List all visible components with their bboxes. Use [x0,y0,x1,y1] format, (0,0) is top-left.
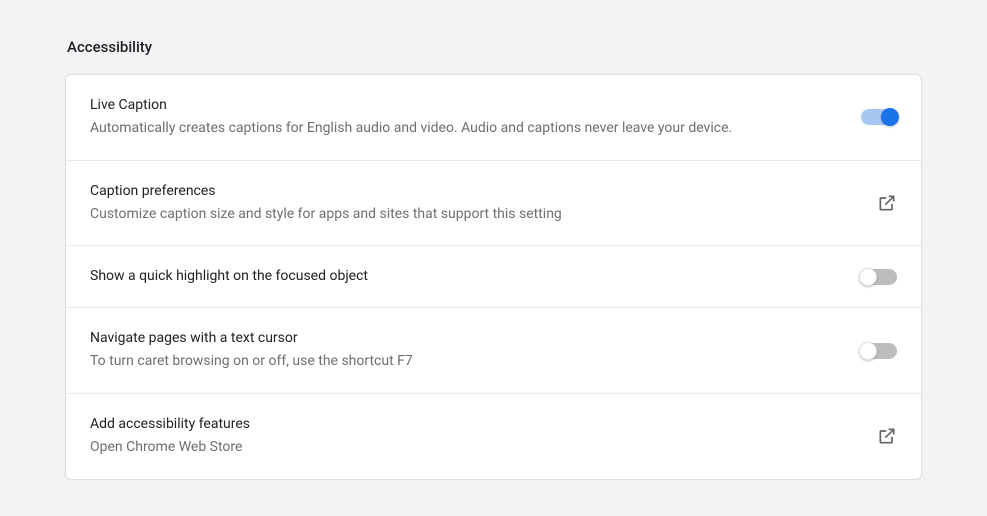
caret-browsing-label: Navigate pages with a text cursor [90,328,841,349]
row-texts: Navigate pages with a text cursor To tur… [90,328,861,373]
caption-prefs-label: Caption preferences [90,181,857,202]
settings-card: Live Caption Automatically creates capti… [65,74,922,480]
external-link-icon [877,426,897,446]
add-features-label: Add accessibility features [90,414,857,435]
quick-highlight-label: Show a quick highlight on the focused ob… [90,266,841,287]
live-caption-toggle[interactable] [861,109,897,125]
row-caret-browsing: Navigate pages with a text cursor To tur… [66,307,921,393]
row-control [861,343,897,359]
caption-prefs-desc: Customize caption size and style for app… [90,204,857,226]
live-caption-label: Live Caption [90,95,841,116]
row-control [861,269,897,285]
row-caption-preferences[interactable]: Caption preferences Customize caption si… [66,160,921,246]
row-texts: Caption preferences Customize caption si… [90,181,877,226]
row-texts: Add accessibility features Open Chrome W… [90,414,877,459]
live-caption-desc: Automatically creates captions for Engli… [90,118,841,140]
section-title: Accessibility [67,38,922,56]
caret-browsing-desc: To turn caret browsing on or off, use th… [90,351,841,373]
caret-browsing-toggle[interactable] [861,343,897,359]
row-texts: Live Caption Automatically creates capti… [90,95,861,140]
external-link-icon [877,193,897,213]
quick-highlight-toggle[interactable] [861,269,897,285]
row-texts: Show a quick highlight on the focused ob… [90,266,861,287]
row-live-caption: Live Caption Automatically creates capti… [66,75,921,160]
row-add-features[interactable]: Add accessibility features Open Chrome W… [66,393,921,479]
add-features-desc: Open Chrome Web Store [90,437,857,459]
row-control [861,109,897,125]
row-quick-highlight: Show a quick highlight on the focused ob… [66,245,921,307]
